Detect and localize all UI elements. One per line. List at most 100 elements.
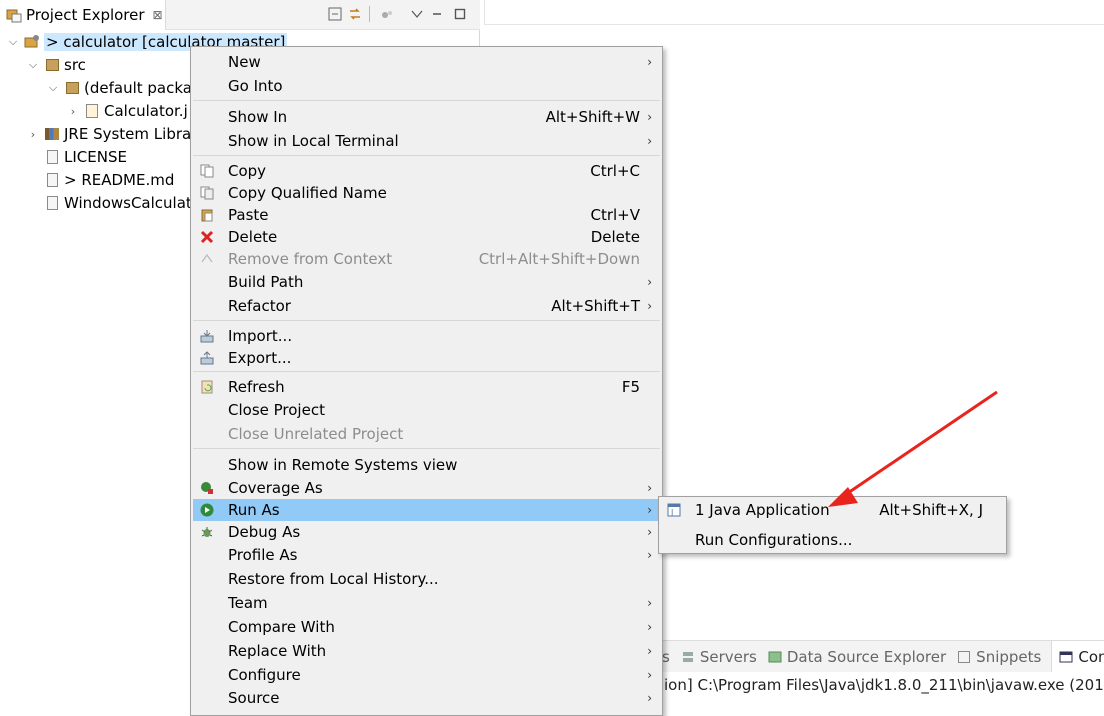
chevron-right-icon: › (647, 525, 652, 539)
menu-item-build-path[interactable]: Build Path › (193, 271, 660, 293)
chevron-right-icon: › (647, 55, 652, 69)
menu-item-label: 1 Java Application (695, 501, 830, 519)
menu-item-label: Refresh (228, 378, 285, 396)
menu-item-label: Debug As (228, 523, 301, 541)
tab-label: s (662, 648, 670, 666)
java-file-icon (84, 103, 100, 119)
tree-item-jre-library[interactable]: › JRE System Libra (26, 123, 191, 145)
chevron-right-icon: › (647, 503, 652, 517)
filter-icon[interactable] (378, 5, 396, 23)
menu-item-delete[interactable]: Delete Delete (193, 226, 660, 248)
menu-item-source[interactable]: Source › (193, 687, 660, 709)
chevron-down-icon[interactable]: ⌵ (26, 58, 40, 72)
file-icon (44, 195, 60, 211)
menu-item-label: Team (228, 594, 268, 612)
chevron-down-icon[interactable]: ⌵ (46, 81, 60, 95)
console-output: ion] C:\Program Files\Java\jdk1.8.0_211\… (662, 672, 1104, 696)
tab-project-explorer[interactable]: Project Explorer ⊠ (0, 0, 166, 30)
paste-icon (199, 207, 215, 223)
menu-item-label: Delete (228, 228, 278, 246)
chevron-right-icon: › (647, 299, 652, 313)
menu-item-replace-with[interactable]: Replace With › (193, 640, 660, 662)
menu-item-paste[interactable]: Paste Ctrl+V (193, 204, 660, 226)
menu-item-label: Build Path (228, 273, 304, 291)
menu-item-restore-from-local-history[interactable]: Restore from Local History... (193, 568, 660, 590)
tree-item-windows-calculator[interactable]: WindowsCalculat (44, 192, 192, 214)
menu-item-label: Show in Remote Systems view (228, 456, 458, 474)
chevron-right-icon: › (647, 691, 652, 705)
menu-item-debug-as[interactable]: Debug As › (193, 521, 660, 543)
maximize-icon[interactable] (451, 5, 469, 23)
tab-console[interactable]: Conso (1051, 641, 1104, 673)
tree-item-src[interactable]: ⌵ src (26, 54, 86, 76)
delete-icon (199, 229, 215, 245)
coverage-icon (199, 480, 215, 496)
menu-item-go-into[interactable]: Go Into (193, 75, 660, 97)
minimize-icon[interactable] (428, 5, 446, 23)
menu-item-export[interactable]: Export... (193, 347, 660, 369)
menu-item-label: Copy (228, 162, 267, 180)
tab-snippets[interactable]: Snippets (956, 648, 1041, 666)
menu-item-shortcut: Ctrl+Alt+Shift+Down (478, 250, 640, 268)
menu-item-new[interactable]: New › (193, 51, 660, 73)
tree-item-readme[interactable]: > README.md (44, 169, 174, 191)
servers-icon (680, 649, 696, 665)
tab-servers[interactable]: Servers (680, 648, 757, 666)
menu-item-refresh[interactable]: Refresh F5 (193, 376, 660, 398)
toolbar-divider (369, 6, 370, 22)
menu-item-show-in-remote-systems-view[interactable]: Show in Remote Systems view (193, 454, 660, 476)
tree-item-license[interactable]: LICENSE (44, 146, 127, 168)
chevron-right-icon[interactable]: › (66, 105, 80, 118)
menu-item-shortcut: Alt+Shift+W (545, 108, 640, 126)
menu-item-label: Run Configurations... (695, 531, 853, 549)
chevron-right-icon: › (647, 668, 652, 682)
menu-item-compare-with[interactable]: Compare With › (193, 616, 660, 638)
menu-item-import[interactable]: Import... (193, 325, 660, 347)
menu-item-show-in[interactable]: Show In Alt+Shift+W › (193, 106, 660, 128)
tree-item-default-package[interactable]: ⌵ (default packa (46, 77, 192, 99)
run-icon (199, 502, 215, 518)
close-icon[interactable]: ⊠ (153, 8, 163, 22)
menu-item-coverage-as[interactable]: Coverage As › (193, 477, 660, 499)
menu-item-copy-qualified-name[interactable]: Copy Qualified Name (193, 182, 660, 204)
menu-item-team[interactable]: Team › (193, 592, 660, 614)
menu-item-shortcut: Ctrl+C (590, 162, 640, 180)
menu-item-show-in-local-terminal[interactable]: Show in Local Terminal › (193, 130, 660, 152)
refresh-icon (199, 379, 215, 395)
package-icon (64, 80, 80, 96)
tree-item-label: Calculator.j (104, 102, 188, 120)
menu-item-copy[interactable]: Copy Ctrl+C (193, 160, 660, 182)
menu-item-label: Replace With (228, 642, 327, 660)
tab-label: Servers (699, 648, 757, 666)
view-menu-icon[interactable] (408, 5, 426, 23)
menu-item-close-unrelated-project: Close Unrelated Project (193, 423, 660, 445)
project-explorer-icon (6, 7, 22, 23)
tab-data-source-explorer[interactable]: Data Source Explorer (767, 648, 946, 666)
link-with-editor-icon[interactable] (346, 5, 364, 23)
menu-item-label: Compare With (228, 618, 335, 636)
chevron-right-icon: › (647, 596, 652, 610)
menu-separator (193, 100, 660, 101)
menu-item-label: Run As (228, 501, 280, 519)
tab-partial[interactable]: s (662, 648, 670, 666)
submenu-item-java-application[interactable]: J 1 Java Application Alt+Shift+X, J (660, 499, 1005, 521)
menu-item-label: Close Unrelated Project (228, 425, 404, 443)
menu-item-refactor[interactable]: Refactor Alt+Shift+T › (193, 295, 660, 317)
collapse-all-icon[interactable] (326, 5, 344, 23)
menu-item-close-project[interactable]: Close Project (193, 399, 660, 421)
menu-item-label: Configure (228, 666, 301, 684)
tree-item-calculator-java[interactable]: › Calculator.j (66, 100, 188, 122)
menu-item-label: Profile As (228, 546, 298, 564)
menu-item-shortcut: Alt+Shift+T (551, 297, 640, 315)
menu-item-label: Export... (228, 349, 292, 367)
chevron-right-icon[interactable]: › (26, 128, 40, 141)
menu-item-label: Show In (228, 108, 288, 126)
menu-item-configure[interactable]: Configure › (193, 664, 660, 686)
markdown-file-icon (44, 172, 60, 188)
console-icon (1058, 649, 1074, 665)
chevron-down-icon[interactable]: ⌵ (6, 35, 20, 49)
submenu-item-run-configurations[interactable]: Run Configurations... (660, 529, 1005, 551)
menu-item-profile-as[interactable]: Profile As › (193, 544, 660, 566)
menu-item-run-as[interactable]: Run As › (193, 499, 660, 521)
menu-item-shortcut: F5 (621, 378, 640, 396)
